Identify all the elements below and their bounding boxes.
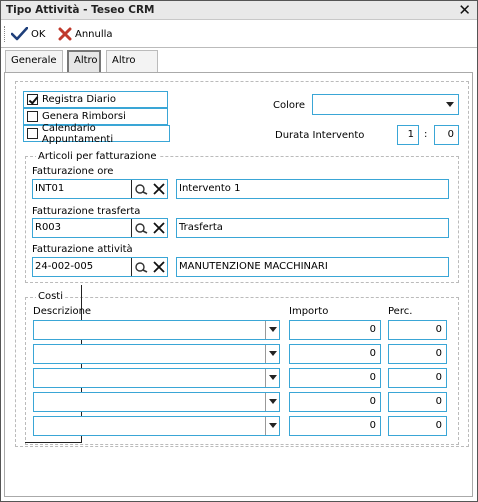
chevron-down-icon [446,102,454,107]
durata-label: Durata Intervento [275,130,365,141]
ok-button[interactable]: OK [11,25,45,43]
durata-hours-input[interactable]: 1 [397,125,419,145]
toolbar: OK Annulla [1,21,477,48]
checkbox-unchecked-icon [27,111,38,122]
window-title: Tipo Attività - Teseo CRM [6,4,155,16]
genera-rimborsi-label: Genera Rimborsi [42,111,126,122]
costi-group-title: Costi [36,291,66,302]
calendario-appuntamenti-label: Calendario Appuntamenti [41,122,114,145]
cancel-button-label: Annulla [75,28,113,40]
colore-label: Colore [273,100,306,111]
search-icon[interactable] [132,180,149,198]
fatturazione-ore-label: Fatturazione ore [32,166,114,177]
costi-row-2-descrizione[interactable] [33,344,280,364]
toolbar-grip[interactable] [4,26,6,42]
col-perc-header: Perc. [388,306,413,317]
chevron-down-icon[interactable] [265,417,279,435]
costi-row-3-descrizione[interactable] [33,368,280,388]
fatturazione-attivita-description[interactable]: MANUTENZIONE MACCHINARI [176,257,449,277]
costi-row-4-importo[interactable]: 0 [289,392,381,412]
costi-row-2-perc[interactable]: 0 [388,344,447,364]
col-descrizione-header: Descrizione [33,306,92,317]
registra-diario-checkbox[interactable]: Registra Diario [23,91,168,108]
chevron-down-icon[interactable] [265,345,279,363]
fatturazione-trasferta-code-input[interactable]: R003 [32,218,168,238]
checkmark-icon [11,27,28,41]
fatturazione-attivita-code-input[interactable]: 24-002-005 [32,257,168,277]
close-icon[interactable]: ✕ [458,1,471,19]
col-importo-header: Importo [289,306,329,317]
fatturazione-trasferta-label: Fatturazione trasferta [32,206,141,217]
title-bar: Tipo Attività - Teseo CRM ✕ [1,1,477,20]
search-icon[interactable] [132,219,149,237]
costi-row-4-descrizione[interactable] [33,392,280,412]
colore-dropdown[interactable] [312,94,459,115]
search-icon[interactable] [132,258,149,276]
costi-row-3-importo[interactable]: 0 [289,368,381,388]
costi-row-2-importo[interactable]: 0 [289,344,381,364]
costi-row-1-perc[interactable]: 0 [388,320,447,340]
cancel-x-icon [58,27,72,41]
fatturazione-ore-code: INT01 [35,183,65,194]
dialog-window: Tipo Attività - Teseo CRM ✕ OK Annulla G… [0,0,478,502]
calendario-appuntamenti-checkbox[interactable]: Calendario Appuntamenti [23,122,170,145]
costi-row-5-perc[interactable]: 0 [388,416,447,436]
chevron-down-icon[interactable] [265,393,279,411]
chevron-down-icon[interactable] [265,321,279,339]
fatturazione-trasferta-code: R003 [35,222,62,233]
tab-altro[interactable]: Altro [67,50,101,72]
durata-separator: : [424,129,428,140]
clear-x-icon[interactable] [150,180,167,198]
costi-row-4-perc[interactable]: 0 [388,392,447,412]
ok-button-label: OK [31,28,46,40]
fatturazione-attivita-label: Fatturazione attività [32,244,133,255]
tab-panel-altro: Registra Diario Genera Rimborsi Calendar… [4,72,473,497]
chevron-down-icon[interactable] [265,369,279,387]
costi-row-3-perc[interactable]: 0 [388,368,447,388]
cancel-button[interactable]: Annulla [58,25,113,43]
durata-minutes-input[interactable]: 0 [434,125,459,145]
fatturazione-ore-code-input[interactable]: INT01 [32,179,168,199]
fatturazione-attivita-code: 24-002-005 [35,261,94,272]
clear-x-icon[interactable] [150,219,167,237]
checkbox-checked-icon [27,94,38,105]
fatturazione-trasferta-description[interactable]: Trasferta [176,218,449,238]
clear-x-icon[interactable] [150,258,167,276]
articoli-group-title: Articoli per fatturazione [36,151,159,162]
costi-row-5-importo[interactable]: 0 [289,416,381,436]
tab-generale[interactable]: Generale [5,50,63,72]
tab-altro-2[interactable]: Altro (2) [106,50,158,86]
registra-diario-label: Registra Diario [42,94,116,105]
costi-row-1-descrizione[interactable] [33,320,280,340]
costi-row-5-descrizione[interactable] [33,416,280,436]
checkbox-unchecked-icon [27,128,38,139]
costi-row-1-importo[interactable]: 0 [289,320,381,340]
costi-bottom-line [25,442,82,443]
fatturazione-ore-description[interactable]: Intervento 1 [176,179,449,199]
